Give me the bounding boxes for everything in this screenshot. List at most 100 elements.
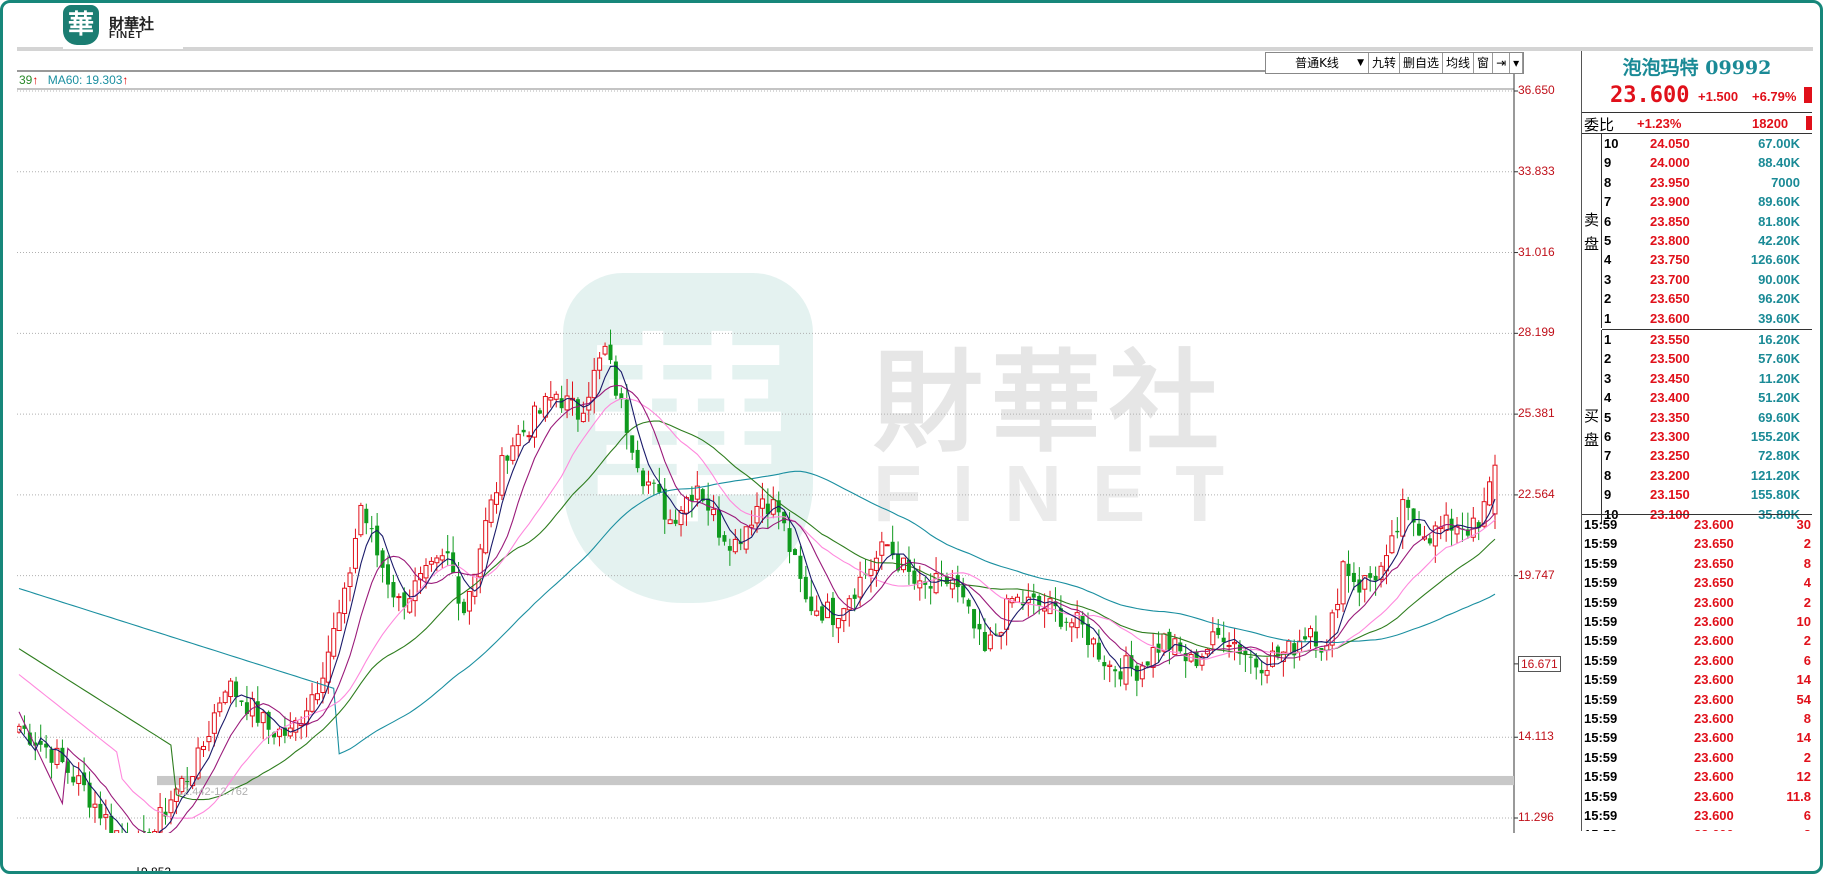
trade-volume: 2 <box>1803 594 1811 610</box>
bid-row[interactable]: 9 23.150 155.80K <box>1602 485 1812 504</box>
bid-row[interactable]: 4 23.400 51.20K <box>1602 388 1812 407</box>
trade-row[interactable]: 15:59 23.600 6 <box>1582 651 1812 670</box>
trade-row[interactable]: 15:59 23.600 6 <box>1582 806 1812 825</box>
window-button[interactable]: 窗 <box>1474 53 1494 73</box>
candle-body-up <box>396 596 402 599</box>
ask-row-volume: 39.60K <box>1758 310 1800 326</box>
trade-row[interactable]: 15:59 23.600 2 <box>1582 631 1812 650</box>
status-marker-icon <box>1806 116 1812 130</box>
bid-row[interactable]: 5 23.350 69.60K <box>1602 408 1812 427</box>
trade-row[interactable]: 15:59 23.600 14 <box>1582 670 1812 689</box>
candle-body-up <box>428 560 434 565</box>
y-tick-label: 16.671 <box>1518 655 1561 672</box>
bid-row-volume: 57.60K <box>1758 351 1800 367</box>
trade-row[interactable]: 15:59 23.600 2 <box>1582 825 1812 831</box>
bid-row-volume: 16.20K <box>1758 332 1800 347</box>
trade-row[interactable]: 15:59 23.600 30 <box>1582 515 1812 534</box>
ask-row[interactable]: 2 23.650 96.20K <box>1602 289 1812 308</box>
ask-row[interactable]: 6 23.850 81.80K <box>1602 212 1812 231</box>
bid-row-volume: 72.80K <box>1758 448 1800 464</box>
candle-body-down <box>651 482 656 484</box>
price-row: 23.600 +1.500 +6.79% <box>1582 83 1812 108</box>
trade-price: 23.600 <box>1694 594 1734 610</box>
range-band <box>157 775 1514 786</box>
trade-price: 23.600 <box>1694 633 1734 649</box>
trade-time: 15:59 <box>1584 536 1618 552</box>
candle-body-up <box>195 747 201 779</box>
y-tick-label: 11.296 <box>1518 810 1554 824</box>
bid-row[interactable]: 1 23.550 16.20K <box>1602 330 1812 349</box>
ask-row[interactable]: 10 24.050 67.00K <box>1602 134 1812 153</box>
candle-body-up <box>683 497 689 514</box>
trade-price: 23.650 <box>1694 575 1734 591</box>
trade-row[interactable]: 15:59 23.600 2 <box>1582 748 1812 767</box>
trade-volume: 6 <box>1803 652 1811 668</box>
candle-body-up <box>1487 481 1493 506</box>
jump-end-button[interactable]: ⇥ <box>1493 53 1511 73</box>
ask-row[interactable]: 5 23.800 42.20K <box>1602 231 1812 250</box>
trade-row[interactable]: 15:59 23.650 8 <box>1582 554 1812 573</box>
ask-row-price: 23.850 <box>1650 213 1690 229</box>
ask-row-level: 10 <box>1604 136 1619 151</box>
candle-body-up <box>358 504 364 536</box>
candle-body-up <box>1340 561 1346 605</box>
header-divider <box>17 47 1813 51</box>
trade-row[interactable]: 15:59 23.600 14 <box>1582 728 1812 747</box>
trade-row[interactable]: 15:59 23.600 8 <box>1582 709 1812 728</box>
trade-row[interactable]: 15:59 23.600 54 <box>1582 690 1812 709</box>
trade-row[interactable]: 15:59 23.600 12 <box>1582 767 1812 786</box>
candle-body-up <box>103 814 109 818</box>
ask-row[interactable]: 1 23.600 39.60K <box>1602 309 1812 328</box>
trade-row[interactable]: 15:59 23.600 2 <box>1582 593 1812 612</box>
nine-turn-button[interactable]: 九转 <box>1369 53 1401 73</box>
candle-body-up <box>1004 598 1010 630</box>
ask-row[interactable]: 4 23.750 126.60K <box>1602 250 1812 269</box>
ask-row[interactable]: 7 23.900 89.60K <box>1602 192 1812 211</box>
candle-body-up <box>542 396 548 418</box>
remove-watchlist-button[interactable]: 删自选 <box>1400 53 1444 73</box>
bid-side-label-char: 买 <box>1584 407 1600 425</box>
bid-row[interactable]: 8 23.200 121.20K <box>1602 466 1812 485</box>
candle-body-down <box>1237 644 1242 654</box>
candle-body-down <box>1259 669 1264 674</box>
candle-body-down <box>961 585 966 598</box>
ask-row[interactable]: 8 23.950 7000 <box>1602 173 1812 192</box>
ask-row[interactable]: 3 23.700 90.00K <box>1602 270 1812 289</box>
ask-row[interactable]: 9 24.000 88.40K <box>1602 153 1812 172</box>
more-menu-button[interactable]: ▾ <box>1510 53 1524 73</box>
candle-body-down <box>1303 636 1308 640</box>
candle-body-up <box>217 702 223 713</box>
trade-price: 23.650 <box>1694 536 1734 552</box>
trade-time: 15:59 <box>1584 769 1618 785</box>
moving-average-button[interactable]: 均线 <box>1443 53 1475 73</box>
candle-body-down <box>852 594 857 599</box>
trade-row[interactable]: 15:59 23.650 2 <box>1582 534 1812 553</box>
chart-type-select[interactable]: 普通K线 ▼ <box>1266 53 1369 73</box>
trade-row[interactable]: 15:59 23.600 11.8 <box>1582 787 1812 806</box>
candle-body-up <box>331 628 337 657</box>
candle-body-up <box>743 526 749 550</box>
ask-row-level: 7 <box>1604 194 1612 210</box>
candle-body-up <box>868 568 874 576</box>
kline-chart-svg[interactable] <box>17 53 1529 833</box>
candle-body-up <box>1226 644 1232 647</box>
bid-row-level: 2 <box>1604 351 1612 367</box>
bid-row[interactable]: 2 23.500 57.60K <box>1602 349 1812 368</box>
order-ratio-value: +1.23% <box>1637 116 1682 131</box>
kline-chart[interactable]: 36.650 33.833 31.016 28.199 25.381 22.564 19.7… <box>17 53 1561 871</box>
low-value: 9.852 <box>141 865 172 874</box>
candle-body-down <box>928 586 933 589</box>
candle-body-up <box>645 481 651 486</box>
ask-row-level: 5 <box>1604 233 1612 248</box>
bid-row[interactable]: 7 23.250 72.80K <box>1602 446 1812 465</box>
bid-row[interactable]: 3 23.450 11.20K <box>1602 369 1812 388</box>
ask-row-volume: 67.00K <box>1758 136 1800 151</box>
bid-row[interactable]: 6 23.300 155.20K <box>1602 427 1812 446</box>
ask-row-volume: 42.20K <box>1758 233 1800 248</box>
trade-row[interactable]: 15:59 23.650 4 <box>1582 573 1812 592</box>
stock-name[interactable]: 泡泡玛特 09992 <box>1582 53 1812 80</box>
candle-body-down <box>445 551 450 554</box>
trade-volume: 2 <box>1803 633 1811 649</box>
trade-row[interactable]: 15:59 23.600 10 <box>1582 612 1812 631</box>
bid-side-label-char: 盘 <box>1584 431 1600 449</box>
